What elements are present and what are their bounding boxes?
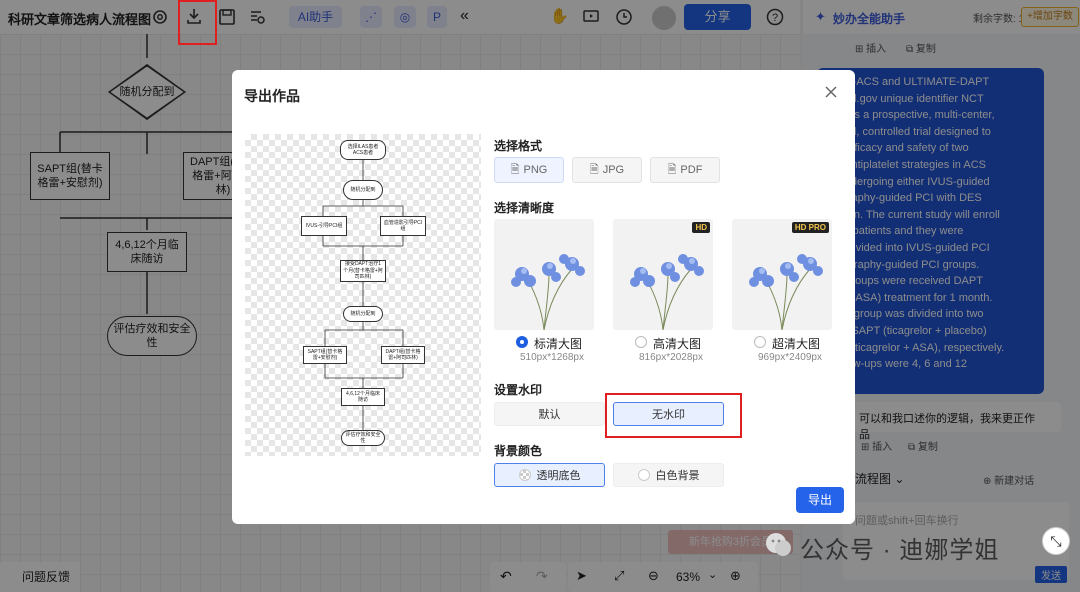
quality-card-2[interactable]: HD PRO — [732, 219, 832, 330]
preview-ivus: IVUS-引导PCI组 — [301, 216, 347, 236]
quality-badge: HD PRO — [791, 222, 829, 233]
quality-size: 816px*2028px — [639, 352, 703, 363]
quality-heading: 选择清晰度 — [494, 201, 555, 215]
format-pdf-button[interactable]: 🗎 PDF — [650, 157, 720, 183]
preview-dapt1: 接受DAPT治疗1个月(替卡格雷+阿司匹林) — [340, 260, 386, 282]
format-jpg-label: JPG — [602, 164, 625, 176]
quality-size: 510px*1268px — [520, 352, 584, 363]
preview-start: 选择ILAS患者ACS患者 — [340, 140, 386, 160]
quality-radio[interactable] — [635, 336, 647, 348]
quality-badge: HD — [692, 222, 710, 233]
quality-radio[interactable] — [516, 336, 528, 348]
preview-eval: 评估疗效和安全性 — [341, 430, 385, 446]
format-heading: 选择格式 — [494, 139, 543, 153]
quality-card-1[interactable]: HD — [613, 219, 713, 330]
preview-sapt: SAPT组(替卡格雷+安慰剂) — [303, 346, 347, 364]
close-icon[interactable] — [823, 84, 839, 100]
preview-random-2: 随机分配到 — [343, 306, 383, 322]
export-preview: 选择ILAS患者ACS患者 随机分配到 IVUS-引导PCI组 血管造影引导PC… — [245, 134, 481, 456]
file-icon: 🗎 — [510, 163, 520, 176]
quality-size: 969px*2409px — [758, 352, 822, 363]
quality-radio[interactable] — [754, 336, 766, 348]
export-dialog: 导出作品 选择ILAS患者ACS患者 随机分配到 IVUS-引导PCI组 血管造… — [232, 70, 855, 524]
bg-transparent-button[interactable]: 透明底色 — [494, 463, 605, 487]
file-icon: 🗎 — [589, 163, 599, 176]
expand-icon[interactable]: ⤡ — [1042, 527, 1070, 555]
preview-followup: 4,6,12个月临床随访 — [341, 388, 385, 406]
format-jpg-button[interactable]: 🗎 JPG — [572, 157, 642, 183]
watermark-text: 公众号 · 迪娜学姐 — [800, 537, 1000, 564]
preview-angio: 血管造影引导PCI组 — [380, 216, 426, 236]
dialog-title: 导出作品 — [244, 88, 300, 104]
watermark-heading: 设置水印 — [494, 383, 543, 397]
transparent-swatch-icon — [518, 469, 531, 481]
file-icon: 🗎 — [667, 163, 677, 176]
preview-dapt: DAPT组(替卡格雷+阿司匹林) — [381, 346, 425, 364]
quality-card-0[interactable] — [494, 219, 594, 330]
bg-transparent-label: 透明底色 — [536, 470, 581, 482]
wechat-icon — [763, 529, 795, 561]
bg-white-button[interactable]: 白色背景 — [613, 463, 724, 487]
export-button[interactable]: 导出 — [796, 487, 844, 513]
format-png-label: PNG — [523, 164, 548, 176]
quality-label: 高清大图 — [653, 337, 702, 351]
format-png-button[interactable]: 🗎 PNG — [494, 157, 564, 183]
format-pdf-label: PDF — [680, 164, 703, 176]
quality-label: 超清大图 — [772, 337, 821, 351]
white-swatch-icon — [637, 469, 650, 481]
background-heading: 背景颜色 — [494, 444, 543, 458]
preview-random-1: 随机分配到 — [343, 180, 383, 200]
no-watermark-highlight-box — [605, 393, 742, 438]
watermark-default-button[interactable]: 默认 — [494, 402, 605, 426]
download-highlight-box — [178, 0, 217, 45]
quality-label: 标清大图 — [534, 337, 583, 351]
bg-white-label: 白色背景 — [655, 470, 700, 482]
